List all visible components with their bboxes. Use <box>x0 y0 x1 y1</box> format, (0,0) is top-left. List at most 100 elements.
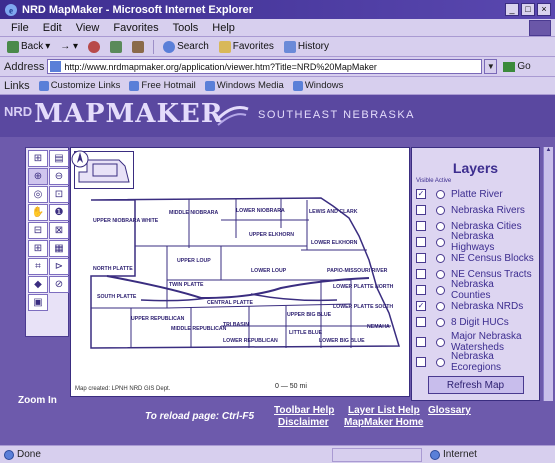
layer-row[interactable]: Nebraska Counties <box>416 279 535 301</box>
layer-visible-checkbox[interactable] <box>416 221 426 231</box>
zoom-in-tool[interactable]: ⊕ <box>28 168 48 185</box>
layer-row[interactable]: 8 Digit HUCs <box>416 314 535 330</box>
disclaimer-link[interactable]: Disclaimer <box>278 417 329 428</box>
layer-active-radio[interactable] <box>436 285 445 295</box>
back-arrow-icon <box>7 40 19 53</box>
go-button[interactable]: Go <box>503 61 531 72</box>
status-done: Done <box>0 449 330 460</box>
buffer-tool[interactable]: ⌗ <box>28 258 48 275</box>
layer-row[interactable]: Nebraska Rivers <box>416 202 535 218</box>
zoom-active-tool[interactable]: ⊡ <box>49 186 69 203</box>
layer-active-radio[interactable] <box>436 253 445 263</box>
toggle-layers-tool[interactable]: ⊞ <box>28 150 48 167</box>
legend-tool[interactable]: ▤ <box>49 150 69 167</box>
visible-active-label: Visible Active <box>416 178 452 184</box>
map-view[interactable]: UPPER NIOBRARA WHITE MIDDLE NIOBRARA LOW… <box>70 147 410 397</box>
standard-toolbar: Back ▾ → ▾ Search Favorites History <box>0 37 555 57</box>
layer-active-radio[interactable] <box>436 205 445 215</box>
scale-bar: 0 — 50 mi <box>275 383 307 390</box>
layer-visible-checkbox[interactable] <box>416 285 426 295</box>
menu-favorites[interactable]: Favorites <box>106 22 165 34</box>
select-box-tool[interactable]: ⊳ <box>49 258 69 275</box>
refresh-button[interactable] <box>107 40 125 53</box>
zoom-extent-tool[interactable]: ◎ <box>28 186 48 203</box>
menu-edit[interactable]: Edit <box>36 22 69 34</box>
minimize-button[interactable]: _ <box>505 3 519 16</box>
link-windows[interactable]: Windows <box>290 80 347 91</box>
window-titlebar: e NRD MapMaker - Microsoft Internet Expl… <box>0 0 555 19</box>
layer-active-radio[interactable] <box>436 301 445 311</box>
address-input[interactable]: http://www.nrdmapmaker.org/application/v… <box>47 59 483 74</box>
maximize-button[interactable]: □ <box>521 3 535 16</box>
layer-active-radio[interactable] <box>436 237 445 247</box>
favorites-button[interactable]: Favorites <box>216 40 277 53</box>
address-dropdown-button[interactable]: ▼ <box>484 59 498 74</box>
print-tool[interactable]: ▣ <box>28 294 48 311</box>
map-label: LOWER BIG BLUE <box>319 338 365 344</box>
layer-visible-checkbox[interactable] <box>416 205 426 215</box>
map-label: LEWIS AND CLARK <box>309 209 358 215</box>
map-label: MIDDLE NIOBRARA <box>169 210 219 216</box>
find-tool[interactable]: ⊠ <box>49 222 69 239</box>
link-free-hotmail[interactable]: Free Hotmail <box>126 80 198 91</box>
refresh-map-button[interactable]: Refresh Map <box>427 376 524 394</box>
clear-selection-tool[interactable]: ⊘ <box>49 276 69 293</box>
select-tool[interactable]: ⊟ <box>28 222 48 239</box>
page-scrollbar[interactable]: ▲ <box>543 147 553 401</box>
map-label: SOUTH PLATTE <box>97 294 137 300</box>
layer-active-radio[interactable] <box>436 269 445 279</box>
link-windows-media[interactable]: Windows Media <box>202 80 287 91</box>
menu-tools[interactable]: Tools <box>166 22 206 34</box>
layer-row[interactable]: ✓ Platte River <box>416 186 535 202</box>
search-button[interactable]: Search <box>160 40 212 53</box>
layer-visible-checkbox[interactable] <box>416 357 426 367</box>
layer-name: Major Nebraska Watersheds <box>451 331 522 353</box>
glossary-link[interactable]: Glossary <box>428 405 471 416</box>
page-done-icon <box>4 449 14 460</box>
layer-row[interactable]: NE Census Blocks <box>416 250 535 266</box>
layer-visible-checkbox[interactable]: ✓ <box>416 189 426 199</box>
mapmaker-home-link[interactable]: MapMaker Home <box>344 417 423 428</box>
zoom-out-tool[interactable]: ⊖ <box>49 168 69 185</box>
layer-row[interactable]: Nebraska Ecoregions <box>416 351 535 373</box>
layer-visible-checkbox[interactable] <box>416 269 426 279</box>
layer-name: Nebraska Cities <box>451 220 522 232</box>
layer-active-radio[interactable] <box>436 337 445 347</box>
layer-visible-checkbox[interactable] <box>416 337 426 347</box>
scroll-up-icon[interactable]: ▲ <box>544 147 553 156</box>
address-url: http://www.nrdmapmaker.org/application/v… <box>64 61 377 72</box>
layer-row[interactable]: Nebraska Highways <box>416 231 535 253</box>
layer-visible-checkbox[interactable]: ✓ <box>416 301 426 311</box>
forward-button[interactable]: → ▾ <box>57 41 81 52</box>
stop-button[interactable] <box>85 40 103 53</box>
layer-active-radio[interactable] <box>436 317 445 327</box>
link-customize-links[interactable]: Customize Links <box>36 80 124 91</box>
layer-active-radio[interactable] <box>436 357 445 367</box>
layer-list-help-link[interactable]: Layer List Help <box>348 405 420 416</box>
menu-view[interactable]: View <box>69 22 107 34</box>
table-tool[interactable]: ▦ <box>49 240 69 257</box>
close-button[interactable]: × <box>537 3 551 16</box>
query-tool[interactable]: ⊞ <box>28 240 48 257</box>
layer-name: Nebraska NRDs <box>451 300 524 312</box>
ie-logo-icon: e <box>5 3 17 16</box>
layer-visible-checkbox[interactable] <box>416 253 426 263</box>
layer-visible-checkbox[interactable] <box>416 237 426 247</box>
menu-help[interactable]: Help <box>205 22 242 34</box>
back-button[interactable]: Back ▾ <box>4 40 53 53</box>
pan-tool[interactable]: ✋ <box>28 204 48 221</box>
identify-tool[interactable]: ❶ <box>49 204 69 221</box>
window-title: NRD MapMaker - Microsoft Internet Explor… <box>22 3 254 16</box>
toolbar-help-link[interactable]: Toolbar Help <box>274 405 334 416</box>
layer-row[interactable]: ✓ Nebraska NRDs <box>416 298 535 314</box>
layer-active-radio[interactable] <box>436 221 445 231</box>
link-page-icon <box>129 80 140 91</box>
reload-hint: To reload page: Ctrl-F5 <box>145 411 255 422</box>
home-button[interactable] <box>129 40 147 53</box>
layer-active-radio[interactable] <box>436 189 445 199</box>
history-button[interactable]: History <box>281 40 332 53</box>
map-label: LOWER ELKHORN <box>311 240 358 246</box>
menu-file[interactable]: File <box>4 22 36 34</box>
layer-visible-checkbox[interactable] <box>416 317 426 327</box>
measure-tool[interactable]: ◆ <box>28 276 48 293</box>
